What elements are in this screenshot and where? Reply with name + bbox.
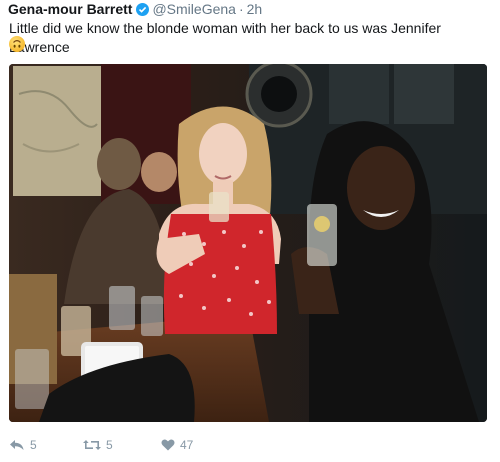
timestamp[interactable]: 2h <box>247 1 263 17</box>
verified-badge-icon <box>136 2 150 16</box>
retweet-button[interactable]: 5 <box>83 438 161 452</box>
like-count: 47 <box>180 438 194 452</box>
reply-button[interactable]: 5 <box>9 438 59 452</box>
tweet-header: Gena-mour Barrett @SmileGena · 2h <box>8 0 262 18</box>
display-name[interactable]: Gena-mour Barrett <box>8 1 132 17</box>
tweet-actions: 5 5 47 <box>9 436 221 454</box>
heart-icon <box>161 439 175 451</box>
reply-icon <box>10 440 24 450</box>
retweet-count: 5 <box>106 438 113 452</box>
user-handle[interactable]: @SmileGena <box>152 1 235 17</box>
tweet-photo[interactable] <box>9 64 487 422</box>
tweet-text: Little did we know the blonde woman with… <box>9 20 441 55</box>
like-button[interactable]: 47 <box>161 438 221 452</box>
retweet-icon <box>83 440 101 450</box>
reply-count: 5 <box>30 438 37 452</box>
photo-image <box>9 64 487 422</box>
upside-down-face-emoji-icon <box>9 36 25 52</box>
separator: · <box>238 1 244 17</box>
